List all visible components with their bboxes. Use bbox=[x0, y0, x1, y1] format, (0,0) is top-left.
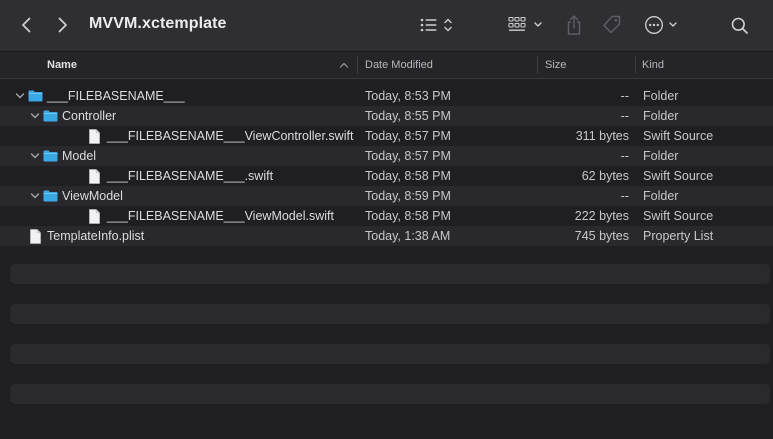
tag-button[interactable] bbox=[599, 12, 625, 38]
folder-icon bbox=[42, 186, 58, 206]
window-title: MVVM.xctemplate bbox=[89, 15, 227, 32]
list-view-icon bbox=[420, 18, 452, 32]
date-modified: Today, 8:53 PM bbox=[365, 89, 451, 103]
file-size: -- bbox=[620, 189, 629, 203]
group-grid-icon bbox=[508, 16, 542, 31]
name-column-header[interactable]: Name bbox=[47, 52, 77, 78]
folder-row[interactable]: ViewModel Today, 8:59 PM -- Folder bbox=[0, 186, 773, 206]
file-size: 222 bytes bbox=[574, 209, 629, 223]
folder-icon bbox=[42, 146, 58, 166]
date-modified: Today, 8:58 PM bbox=[365, 169, 451, 183]
forward-button[interactable] bbox=[49, 12, 75, 38]
tag-icon bbox=[603, 15, 621, 34]
search-button[interactable] bbox=[727, 13, 753, 39]
date-modified: Today, 8:55 PM bbox=[365, 109, 451, 123]
empty-row bbox=[10, 344, 770, 364]
ellipsis-circle-icon bbox=[645, 16, 677, 34]
file-row[interactable]: ___FILEBASENAME___ViewController.swift To… bbox=[0, 126, 773, 146]
document-icon bbox=[86, 206, 102, 226]
column-header: Name Date Modified Size Kind bbox=[0, 52, 773, 79]
file-kind: Swift Source bbox=[643, 209, 714, 223]
date-modified: Today, 1:38 AM bbox=[365, 229, 451, 243]
file-size: -- bbox=[620, 109, 629, 123]
file-size: -- bbox=[620, 149, 629, 163]
back-button[interactable] bbox=[14, 12, 40, 38]
date-modified: Today, 8:58 PM bbox=[365, 209, 451, 223]
folder-row[interactable]: Model Today, 8:57 PM -- Folder bbox=[0, 146, 773, 166]
disclosure-chevron-icon[interactable] bbox=[29, 106, 41, 126]
more-actions-button[interactable] bbox=[643, 13, 683, 37]
date-column-header[interactable]: Date Modified bbox=[365, 52, 433, 78]
column-divider[interactable] bbox=[357, 56, 358, 74]
file-name: ___FILEBASENAME___ViewModel.swift bbox=[107, 209, 334, 223]
chevron-left-icon bbox=[22, 17, 31, 33]
toolbar: MVVM.xctemplate bbox=[0, 0, 773, 52]
share-button[interactable] bbox=[562, 12, 586, 38]
size-column-header[interactable]: Size bbox=[545, 52, 566, 78]
file-size: 311 bytes bbox=[575, 129, 629, 143]
chevron-right-icon bbox=[58, 17, 67, 33]
file-name: ViewModel bbox=[62, 189, 123, 203]
file-name: Controller bbox=[62, 109, 117, 123]
empty-row bbox=[10, 304, 770, 324]
folder-icon bbox=[27, 86, 43, 106]
empty-row bbox=[10, 384, 770, 404]
file-kind: Swift Source bbox=[643, 169, 714, 183]
disclosure-chevron-icon[interactable] bbox=[14, 86, 26, 106]
file-row[interactable]: TemplateInfo.plist Today, 1:38 AM 745 byte… bbox=[0, 226, 773, 246]
document-icon bbox=[86, 166, 102, 186]
sort-ascending-icon[interactable] bbox=[339, 52, 351, 78]
document-icon bbox=[86, 126, 102, 146]
folder-row[interactable]: ___FILEBASENAME___ Today, 8:53 PM -- Folder bbox=[0, 86, 773, 106]
file-name: TemplateInfo.plist bbox=[47, 229, 145, 243]
finder-window: MVVM.xctemplate Name Date Modified Size … bbox=[0, 0, 773, 439]
kind-column-header[interactable]: Kind bbox=[642, 52, 664, 78]
date-modified: Today, 8:57 PM bbox=[365, 149, 451, 163]
file-name: ___FILEBASENAME___.swift bbox=[107, 169, 274, 183]
folder-row[interactable]: Controller Today, 8:55 PM -- Folder bbox=[0, 106, 773, 126]
file-kind: Folder bbox=[643, 189, 679, 203]
file-kind: Folder bbox=[643, 149, 679, 163]
date-modified: Today, 8:57 PM bbox=[365, 129, 451, 143]
group-button[interactable] bbox=[506, 13, 548, 37]
file-kind: Folder bbox=[643, 89, 679, 103]
file-kind: Property List bbox=[643, 229, 714, 243]
file-list: ___FILEBASENAME___ Today, 8:53 PM -- Folder… bbox=[0, 86, 773, 246]
empty-row bbox=[10, 264, 770, 284]
view-mode-button[interactable] bbox=[416, 13, 458, 37]
file-row[interactable]: ___FILEBASENAME___ViewModel.swift Today, … bbox=[0, 206, 773, 226]
folder-icon bbox=[42, 106, 58, 126]
file-size: 745 bytes bbox=[574, 229, 629, 243]
disclosure-chevron-icon[interactable] bbox=[29, 146, 41, 166]
file-name: Model bbox=[62, 149, 97, 163]
empty-row-stripes bbox=[10, 264, 770, 424]
file-row[interactable]: ___FILEBASENAME___.swift Today, 8:58 PM 62… bbox=[0, 166, 773, 186]
file-name: ___FILEBASENAME___ViewController.swift bbox=[107, 129, 354, 143]
file-size: 62 bytes bbox=[581, 169, 629, 183]
column-divider[interactable] bbox=[635, 56, 636, 74]
document-icon bbox=[27, 226, 43, 246]
file-size: -- bbox=[620, 89, 629, 103]
file-kind: Folder bbox=[643, 109, 679, 123]
file-kind: Swift Source bbox=[643, 129, 714, 143]
column-divider[interactable] bbox=[537, 56, 538, 74]
share-icon bbox=[567, 15, 581, 35]
date-modified: Today, 8:59 PM bbox=[365, 189, 451, 203]
disclosure-chevron-icon[interactable] bbox=[29, 186, 41, 206]
search-icon bbox=[731, 17, 748, 34]
file-name: ___FILEBASENAME___ bbox=[47, 89, 185, 103]
